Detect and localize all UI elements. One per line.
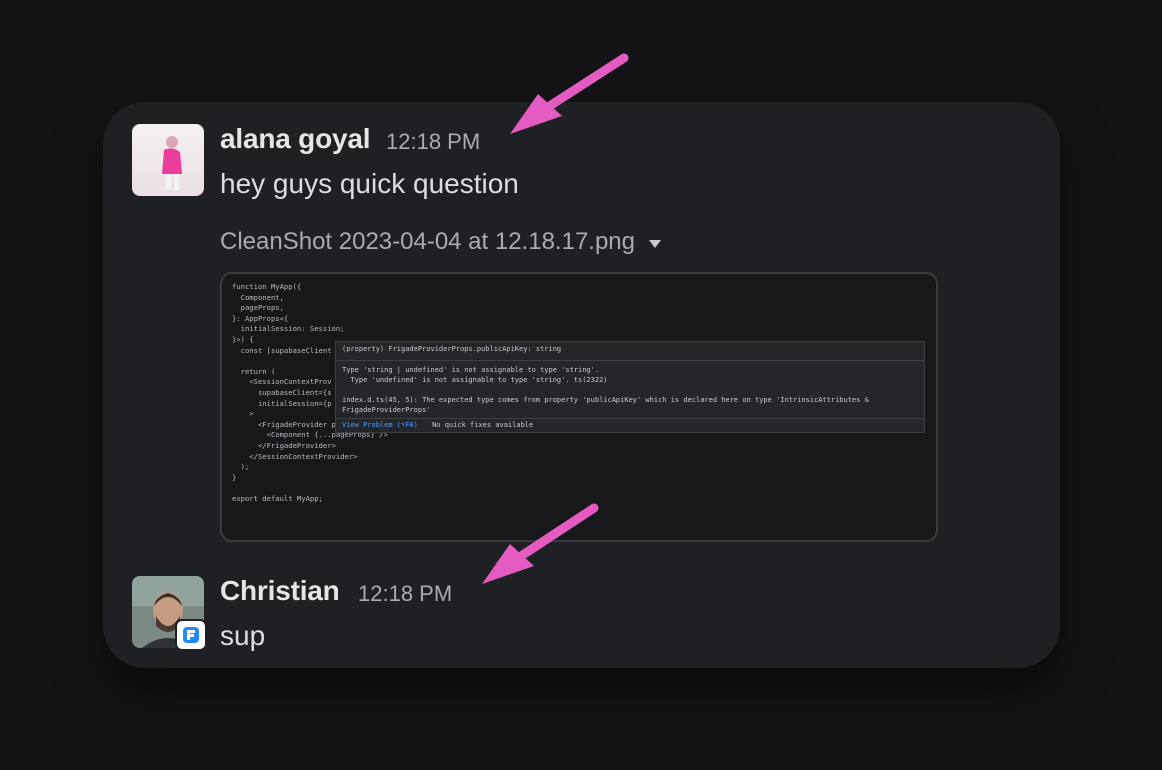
annotation-arrow-icon (510, 53, 629, 134)
caret-down-icon[interactable] (649, 240, 661, 248)
author-name[interactable]: Christian (220, 575, 340, 607)
avatar-alana[interactable] (132, 124, 204, 196)
message-timestamp[interactable]: 12:18 PM (386, 129, 480, 155)
annotation-arrow-icon (482, 503, 599, 584)
author-name[interactable]: alana goyal (220, 123, 371, 155)
message-timestamp[interactable]: 12:18 PM (358, 581, 452, 607)
no-fixes-text: No quick fixes available (432, 421, 534, 429)
message-text: sup (220, 620, 266, 651)
tooltip-footer: View Problem (⌥F8) No quick fixes availa… (336, 418, 924, 432)
message-text: hey guys quick question (220, 168, 519, 199)
frigade-logo-icon (175, 619, 207, 651)
tooltip-body: Type 'string | undefined' is not assigna… (342, 366, 869, 414)
attachment-header: CleanShot 2023-04-04 at 12.18.17.png (220, 228, 661, 256)
type-error-tooltip: (property) FrigadeProviderProps.publicAp… (335, 341, 925, 433)
view-problem-link: View Problem (⌥F8) (342, 421, 418, 429)
tooltip-header: (property) FrigadeProviderProps.publicAp… (336, 342, 924, 361)
attachment-filename[interactable]: CleanShot 2023-04-04 at 12.18.17.png (220, 228, 635, 256)
